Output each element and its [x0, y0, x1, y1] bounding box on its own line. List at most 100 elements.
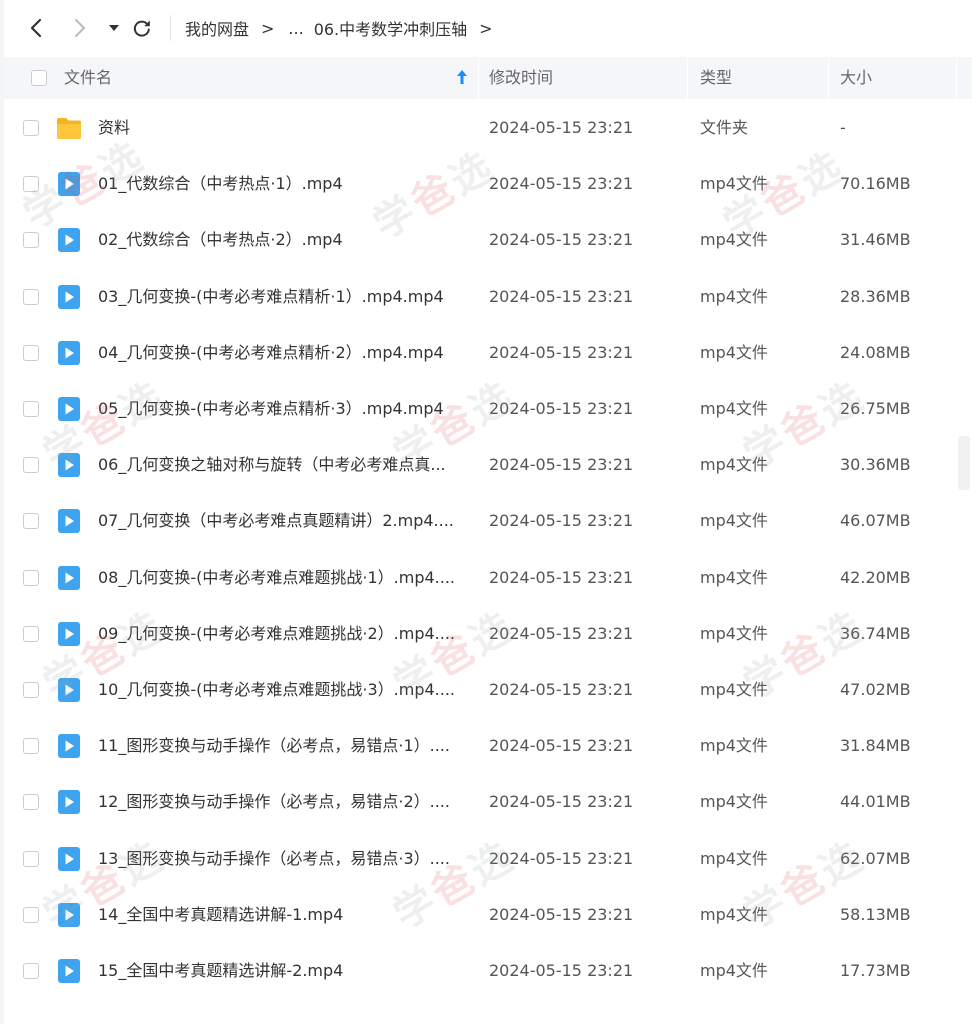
file-name[interactable]: 08_几何变换-(中考必考难点难题挑战·1）.mp4.... [98, 550, 455, 606]
column-divider [687, 57, 688, 99]
select-all-checkbox[interactable] [31, 70, 47, 86]
video-file-icon [58, 509, 80, 533]
forward-button[interactable] [68, 16, 92, 40]
file-size: 70.16MB [840, 174, 911, 193]
file-row[interactable]: 08_几何变换-(中考必考难点难题挑战·1）.mp4.... 2024-05-15… [4, 550, 972, 606]
column-header-type[interactable]: 类型 [700, 57, 732, 99]
file-row[interactable]: 06_几何变换之轴对称与旋转（中考必考难点真... 2024-05-15 23:2… [4, 437, 972, 493]
row-checkbox[interactable] [23, 232, 39, 248]
file-type: mp4文件 [700, 568, 768, 587]
video-file-icon [58, 453, 80, 477]
video-file-icon [58, 847, 80, 871]
file-type: mp4文件 [700, 511, 768, 530]
back-button[interactable] [24, 16, 48, 40]
refresh-icon [133, 20, 150, 37]
file-row[interactable]: 02_代数综合（中考热点·2）.mp4 2024-05-15 23:21 mp4文件… [4, 212, 972, 268]
file-name[interactable]: 15_全国中考真题精选讲解-2.mp4 [98, 943, 343, 999]
file-modified-time: 2024-05-15 23:21 [489, 511, 634, 530]
file-type: mp4文件 [700, 961, 768, 980]
row-checkbox[interactable] [23, 907, 39, 923]
video-file-icon [58, 341, 80, 365]
row-checkbox[interactable] [23, 401, 39, 417]
video-file-icon [58, 734, 80, 758]
column-divider [956, 57, 957, 99]
file-type: mp4文件 [700, 736, 768, 755]
row-checkbox[interactable] [23, 851, 39, 867]
row-checkbox[interactable] [23, 289, 39, 305]
folder-icon [57, 118, 81, 139]
file-modified-time: 2024-05-15 23:21 [489, 792, 634, 811]
file-row[interactable]: 10_几何变换-(中考必考难点难题挑战·3）.mp4.... 2024-05-15… [4, 662, 972, 718]
row-checkbox[interactable] [23, 457, 39, 473]
file-row[interactable]: 12_图形变换与动手操作（必考点，易错点·2）.... 2024-05-15 23… [4, 774, 972, 830]
file-type: mp4文件 [700, 680, 768, 699]
video-file-icon [58, 397, 80, 421]
file-row[interactable]: 15_全国中考真题精选讲解-2.mp4 2024-05-15 23:21 mp4文件… [4, 943, 972, 999]
file-name[interactable]: 05_几何变换-(中考必考难点精析·3）.mp4.mp4 [98, 381, 444, 437]
file-row[interactable]: 13_图形变换与动手操作（必考点，易错点·3）.... 2024-05-15 23… [4, 831, 972, 887]
file-row[interactable]: 09_几何变换-(中考必考难点难题挑战·2）.mp4.... 2024-05-15… [4, 606, 972, 662]
file-type: 文件夹 [700, 118, 749, 137]
column-header-size[interactable]: 大小 [840, 57, 872, 99]
file-size: - [840, 118, 846, 137]
file-name[interactable]: 04_几何变换-(中考必考难点精析·2）.mp4.mp4 [98, 325, 444, 381]
row-checkbox[interactable] [23, 513, 39, 529]
file-size: 42.20MB [840, 568, 911, 587]
file-name[interactable]: 01_代数综合（中考热点·1）.mp4 [98, 156, 343, 212]
row-checkbox[interactable] [23, 345, 39, 361]
file-modified-time: 2024-05-15 23:21 [489, 736, 634, 755]
sort-ascending-icon[interactable] [457, 70, 467, 84]
breadcrumb-current[interactable]: 06.中考数学冲刺压轴 [314, 16, 467, 40]
scrollbar[interactable] [958, 436, 970, 490]
file-name[interactable]: 11_图形变换与动手操作（必考点，易错点·1）.... [98, 718, 450, 774]
file-row[interactable]: 05_几何变换-(中考必考难点精析·3）.mp4.mp4 2024-05-15 2… [4, 381, 972, 437]
row-checkbox[interactable] [23, 176, 39, 192]
file-modified-time: 2024-05-15 23:21 [489, 849, 634, 868]
file-modified-time: 2024-05-15 23:21 [489, 905, 634, 924]
file-name[interactable]: 07_几何变换（中考必考难点真题精讲）2.mp4.... [98, 493, 454, 549]
column-divider [478, 57, 479, 99]
row-checkbox[interactable] [23, 626, 39, 642]
row-checkbox[interactable] [23, 738, 39, 754]
row-checkbox[interactable] [23, 120, 39, 136]
file-name[interactable]: 09_几何变换-(中考必考难点难题挑战·2）.mp4.... [98, 606, 455, 662]
breadcrumb-separator: > [479, 18, 493, 38]
file-modified-time: 2024-05-15 23:21 [489, 118, 634, 137]
file-name[interactable]: 02_代数综合（中考热点·2）.mp4 [98, 212, 343, 268]
file-name[interactable]: 06_几何变换之轴对称与旋转（中考必考难点真... [98, 437, 446, 493]
breadcrumb-separator: > [261, 18, 275, 38]
file-row[interactable]: 07_几何变换（中考必考难点真题精讲）2.mp4.... 2024-05-15 2… [4, 493, 972, 549]
row-checkbox[interactable] [23, 794, 39, 810]
chevron-right-icon [75, 19, 85, 37]
file-name[interactable]: 12_图形变换与动手操作（必考点，易错点·2）.... [98, 774, 450, 830]
video-file-icon [58, 790, 80, 814]
file-name[interactable]: 10_几何变换-(中考必考难点难题挑战·3）.mp4.... [98, 662, 455, 718]
video-file-icon [58, 285, 80, 309]
file-list-header: 文件名 修改时间 类型 大小 [4, 57, 972, 99]
file-row[interactable]: 14_全国中考真题精选讲解-1.mp4 2024-05-15 23:21 mp4文件… [4, 887, 972, 943]
file-modified-time: 2024-05-15 23:21 [489, 287, 634, 306]
file-size: 26.75MB [840, 399, 911, 418]
history-dropdown-button[interactable] [102, 16, 126, 40]
column-header-name[interactable]: 文件名 [64, 57, 112, 99]
file-modified-time: 2024-05-15 23:21 [489, 568, 634, 587]
file-name[interactable]: 13_图形变换与动手操作（必考点，易错点·3）.... [98, 831, 450, 887]
column-header-modified[interactable]: 修改时间 [489, 57, 553, 99]
breadcrumb-ellipsis[interactable]: ... [288, 19, 303, 38]
file-row[interactable]: 11_图形变换与动手操作（必考点，易错点·1）.... 2024-05-15 23… [4, 718, 972, 774]
row-checkbox[interactable] [23, 682, 39, 698]
file-modified-time: 2024-05-15 23:21 [489, 680, 634, 699]
breadcrumb-root[interactable]: 我的网盘 [185, 16, 249, 40]
file-name[interactable]: 资料 [98, 100, 130, 156]
file-name[interactable]: 03_几何变换-(中考必考难点精析·1）.mp4.mp4 [98, 269, 444, 325]
refresh-button[interactable] [130, 16, 154, 40]
file-row[interactable]: 04_几何变换-(中考必考难点精析·2）.mp4.mp4 2024-05-15 2… [4, 325, 972, 381]
file-row[interactable]: 资料 2024-05-15 23:21 文件夹 - [4, 100, 972, 156]
row-checkbox[interactable] [23, 963, 39, 979]
file-row[interactable]: 01_代数综合（中考热点·1）.mp4 2024-05-15 23:21 mp4文件… [4, 156, 972, 212]
file-size: 36.74MB [840, 624, 911, 643]
file-size: 30.36MB [840, 455, 911, 474]
row-checkbox[interactable] [23, 570, 39, 586]
file-name[interactable]: 14_全国中考真题精选讲解-1.mp4 [98, 887, 343, 943]
file-row[interactable]: 03_几何变换-(中考必考难点精析·1）.mp4.mp4 2024-05-15 2… [4, 269, 972, 325]
